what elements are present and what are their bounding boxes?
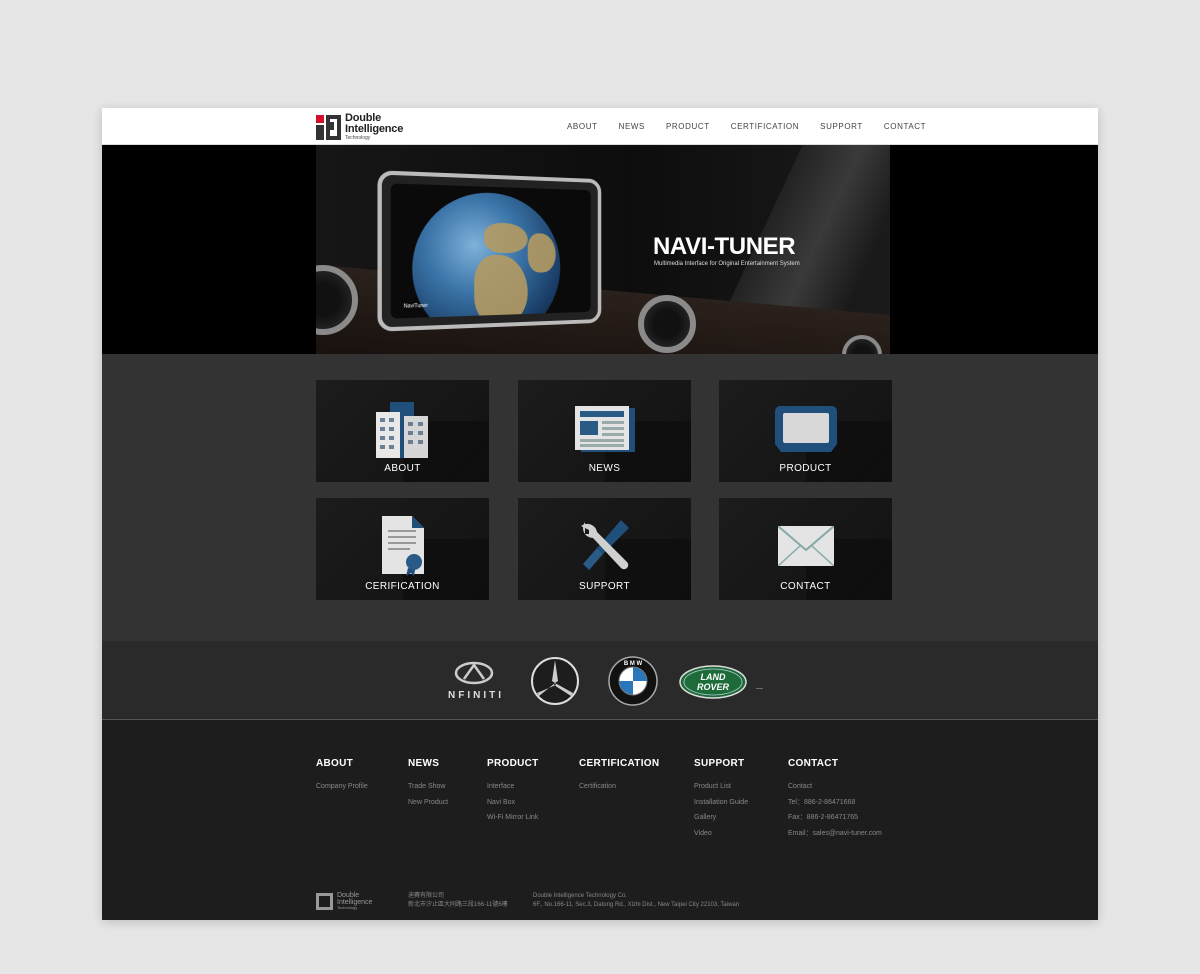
mercedes-logo-icon[interactable] bbox=[530, 656, 580, 711]
footer-heading: PRODUCT bbox=[487, 758, 539, 769]
tiles-section: ABOUT NEWS PRODUCT CERIFICATION SUPPORT … bbox=[102, 354, 1098, 641]
tile-contact[interactable]: CONTACT bbox=[719, 498, 892, 600]
footer-col-support: SUPPORT Product List Installation Guide … bbox=[694, 758, 748, 841]
footer-col-contact: CONTACT Contact Tel：886-2-86471668 Fax：8… bbox=[788, 758, 882, 841]
footer-logo-mark-icon bbox=[316, 892, 333, 910]
monitor-icon bbox=[774, 406, 837, 457]
newspaper-icon bbox=[574, 406, 635, 457]
landrover-word2: ROVER bbox=[697, 682, 730, 692]
footer-logo-line1: Double bbox=[337, 892, 360, 899]
footer-fax: Fax：886-2-86471765 bbox=[788, 814, 859, 821]
tile-support[interactable]: SUPPORT bbox=[518, 498, 691, 600]
nav-contact[interactable]: CONTACT bbox=[884, 122, 926, 131]
page: Double Intelligence Technology ABOUT NEW… bbox=[102, 108, 1098, 920]
footer-link[interactable]: Certification bbox=[579, 779, 659, 795]
certificate-icon bbox=[378, 516, 428, 581]
tile-news-label: NEWS bbox=[588, 463, 621, 474]
hero-banner: NaviTuner NAVI-TUNER Multimedia Interfac… bbox=[102, 145, 1098, 354]
footer-logo-line3: Technology bbox=[337, 905, 358, 910]
footer-col-about: ABOUT Company Profile bbox=[316, 758, 368, 795]
nav-about[interactable]: ABOUT bbox=[567, 122, 598, 131]
tile-news[interactable]: NEWS bbox=[518, 380, 691, 482]
footer-link[interactable]: Product List bbox=[694, 779, 748, 795]
footer-company-en: Double Intelligence Technology Co. bbox=[533, 893, 627, 899]
footer-heading: ABOUT bbox=[316, 758, 354, 769]
logo-text-line2: Intelligence bbox=[345, 123, 404, 135]
footer-logo[interactable]: Double Intelligence Technology bbox=[316, 892, 372, 910]
footer-link[interactable]: Gallery bbox=[694, 810, 748, 826]
footer-col-product: PRODUCT Interface Navi Box Wi-Fi Mirror … bbox=[487, 758, 539, 826]
nav-support[interactable]: SUPPORT bbox=[820, 122, 863, 131]
footer-heading: CERTIFICATION bbox=[579, 758, 660, 769]
footer-heading: SUPPORT bbox=[694, 758, 745, 769]
hero-image: NaviTuner NAVI-TUNER Multimedia Interfac… bbox=[316, 145, 890, 354]
footer-tel: Tel：886-2-86471668 bbox=[788, 798, 856, 806]
tools-icon bbox=[577, 518, 633, 581]
footer-link[interactable]: New Product bbox=[408, 795, 448, 811]
tile-certification[interactable]: CERIFICATION bbox=[316, 498, 489, 600]
footer-link[interactable]: Trade Show bbox=[408, 779, 448, 795]
logo-mark-icon bbox=[316, 114, 341, 140]
footer-heading: NEWS bbox=[408, 758, 440, 769]
footer-link[interactable]: Installation Guide bbox=[694, 795, 748, 811]
footer-col-news: NEWS Trade Show New Product bbox=[408, 758, 448, 810]
tile-about-label: ABOUT bbox=[384, 463, 421, 474]
tile-about[interactable]: ABOUT bbox=[316, 380, 489, 482]
landrover-logo-icon[interactable]: LAND ROVER bbox=[679, 665, 747, 704]
hero-subtitle: Multimedia Interface for Original Entert… bbox=[654, 261, 800, 267]
nav-certification[interactable]: CERTIFICATION bbox=[731, 122, 799, 131]
hero-title: NAVI-TUNER bbox=[653, 233, 796, 260]
tile-product[interactable]: PRODUCT bbox=[719, 380, 892, 482]
bmw-letters: B M W bbox=[624, 661, 643, 667]
tile-support-label: SUPPORT bbox=[579, 581, 630, 592]
tile-product-label: PRODUCT bbox=[779, 463, 832, 474]
footer-email[interactable]: Email：sales@navi-tuner.com bbox=[788, 826, 882, 842]
site-logo[interactable]: Double Intelligence Technology bbox=[316, 113, 403, 141]
footer-col-certification: CERTIFICATION Certification bbox=[579, 758, 659, 795]
brand-logos: NFINITI B M W LAND ROVER — bbox=[102, 641, 1098, 720]
nav-news[interactable]: NEWS bbox=[619, 122, 645, 131]
footer-link[interactable]: Interface bbox=[487, 779, 539, 795]
site-header: Double Intelligence Technology ABOUT NEW… bbox=[102, 108, 1098, 145]
footer-heading: CONTACT bbox=[788, 758, 839, 769]
brands-trailing-mark: — bbox=[756, 685, 763, 692]
footer-link[interactable]: Contact bbox=[788, 779, 882, 795]
nav-product[interactable]: PRODUCT bbox=[666, 122, 710, 131]
logo-text-line3: Technology bbox=[345, 135, 371, 141]
globe-graphic bbox=[412, 190, 561, 319]
footer-link[interactable]: Wi-Fi Mirror Link bbox=[487, 810, 539, 826]
air-vent-graphic bbox=[638, 295, 696, 353]
screen-label: NaviTuner bbox=[403, 302, 428, 310]
footer-address-en: Double Intelligence Technology Co. 6F., … bbox=[533, 892, 739, 910]
building-icon bbox=[375, 402, 430, 463]
site-footer: ABOUT Company Profile NEWS Trade Show Ne… bbox=[102, 720, 1098, 920]
footer-link[interactable]: Video bbox=[694, 826, 748, 842]
infiniti-wordmark: NFINITI bbox=[448, 690, 504, 701]
footer-link[interactable]: Company Profile bbox=[316, 779, 368, 795]
footer-link[interactable]: Navi Box bbox=[487, 795, 539, 811]
landrover-word1: LAND bbox=[701, 672, 726, 682]
footer-company-cn: 迪賽有限公司 bbox=[408, 893, 445, 899]
footer-address-cn-line: 新北市汐止區大同路三段166-11號6樓 bbox=[408, 902, 508, 908]
footer-address-cn: 迪賽有限公司 新北市汐止區大同路三段166-11號6樓 bbox=[408, 892, 508, 910]
infotainment-screen-graphic: NaviTuner bbox=[377, 170, 602, 332]
tile-certification-label: CERIFICATION bbox=[365, 581, 440, 592]
envelope-icon bbox=[776, 525, 835, 571]
infiniti-logo-icon[interactable] bbox=[454, 661, 494, 690]
footer-address-en-line: 6F., No.166-11, Sec.3, Datong Rd., Xizhi… bbox=[533, 902, 740, 908]
main-nav: ABOUT NEWS PRODUCT CERTIFICATION SUPPORT… bbox=[567, 108, 926, 145]
bmw-logo-icon[interactable]: B M W bbox=[608, 656, 658, 711]
tile-contact-label: CONTACT bbox=[780, 581, 831, 592]
